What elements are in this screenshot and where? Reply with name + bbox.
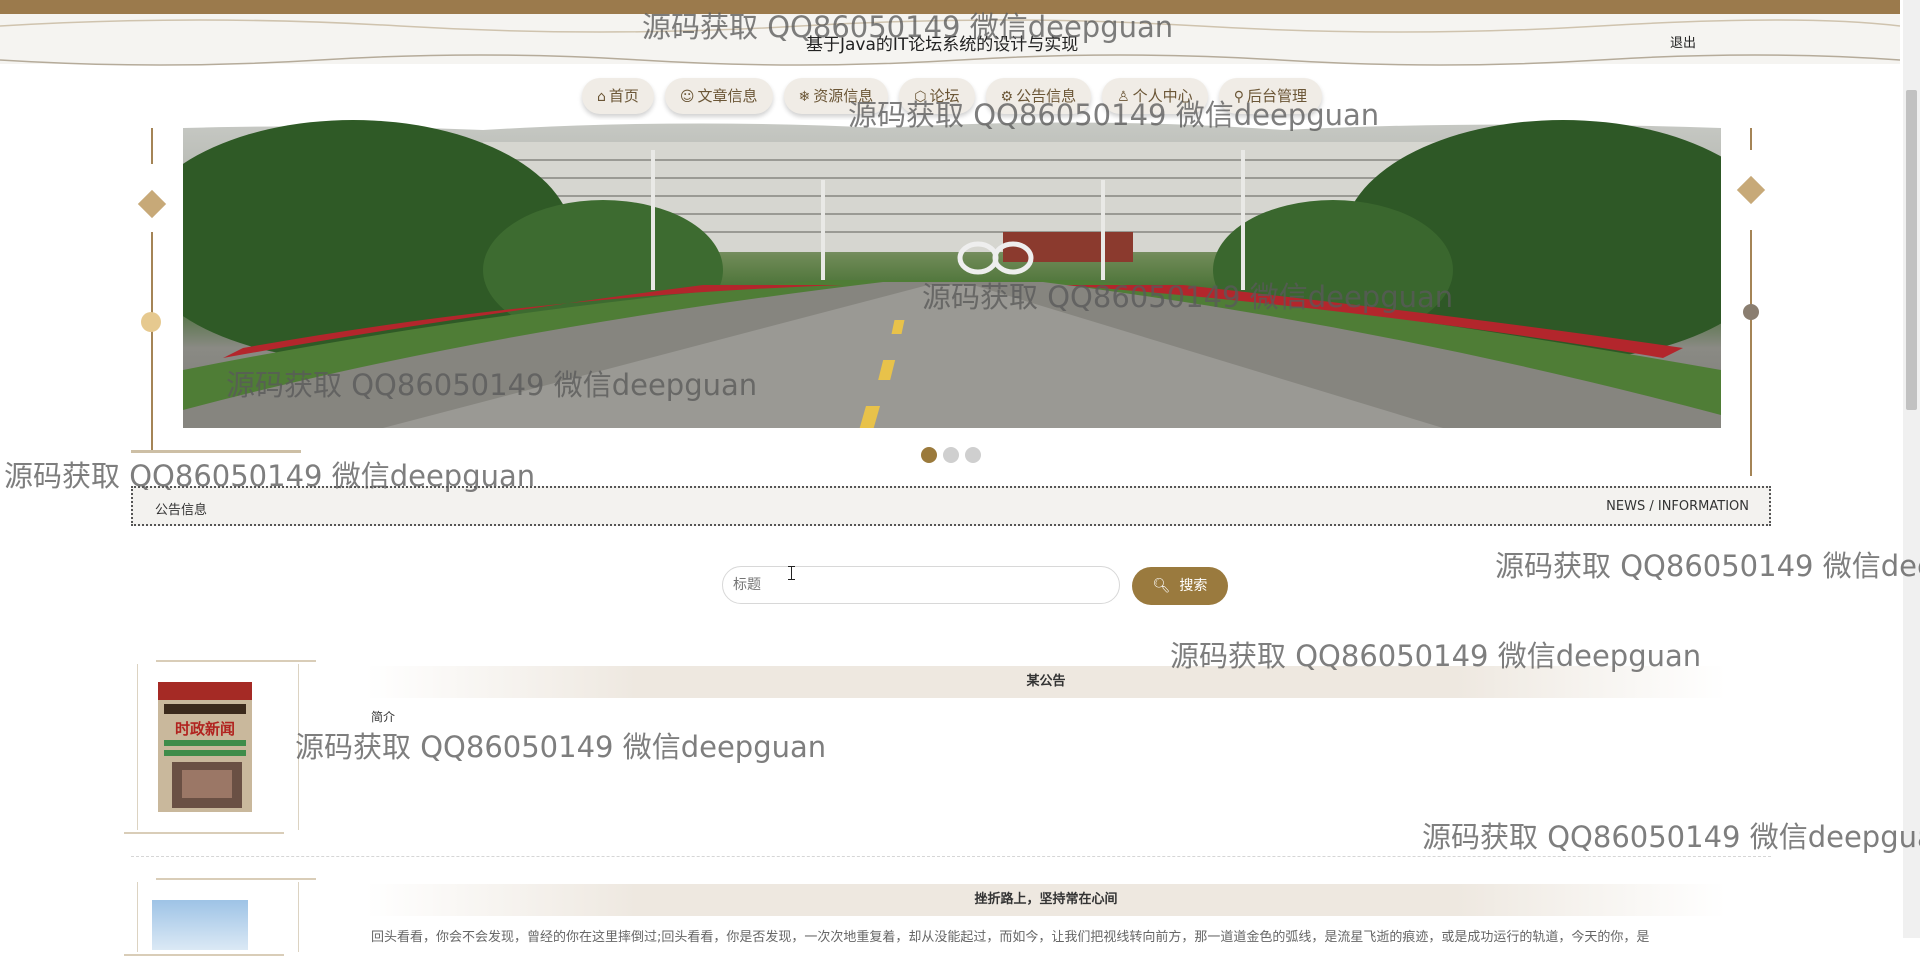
gear-icon: ⚙ [1000, 89, 1014, 105]
nav-item-notices[interactable]: ⚙ 公告信息 [985, 78, 1092, 114]
nav-label: 个人中心 [1132, 87, 1193, 105]
nav-label: 首页 [608, 87, 639, 105]
left-deco-hline [131, 450, 301, 453]
home-icon: ⌂ [597, 89, 606, 105]
right-deco-line-top [1750, 128, 1752, 150]
left-deco-dot [141, 312, 161, 332]
logout-link[interactable]: 退出 [1670, 32, 1696, 51]
nav-item-admin[interactable]: ⚲ 后台管理 [1218, 78, 1322, 114]
nav-item-articles[interactable]: ☺ 文章信息 [664, 78, 773, 114]
right-deco-dot [1743, 304, 1759, 320]
search-icon: 🔍︎ [1152, 578, 1171, 594]
notice-card[interactable]: 时政新闻 某公告 简介 [124, 660, 1771, 834]
snowflake-icon: ❄ [798, 89, 811, 105]
nav-label: 文章信息 [697, 87, 758, 105]
carousel-pager [921, 447, 981, 463]
carousel-dot-2[interactable] [943, 447, 959, 463]
nav-item-profile[interactable]: ♙ 个人中心 [1102, 78, 1208, 114]
search-button[interactable]: 🔍︎ 搜索 [1132, 567, 1228, 605]
nav-label: 后台管理 [1246, 87, 1307, 105]
search-input[interactable] [722, 566, 1120, 604]
sky-thumbnail[interactable] [152, 900, 248, 950]
nav-label: 资源信息 [813, 87, 874, 105]
section-header: 公告信息 NEWS / INFORMATION [131, 486, 1771, 526]
cube-icon: ⬡ [914, 89, 927, 105]
divider [131, 856, 1771, 857]
carousel-banner-image[interactable] [183, 120, 1721, 428]
nav-item-home[interactable]: ⌂ 首页 [582, 78, 654, 114]
thumbnail-frame: 时政新闻 [124, 660, 316, 834]
right-diamond-icon[interactable] [1736, 175, 1766, 205]
top-accent-bar [0, 0, 1900, 14]
campus-road-illustration [183, 120, 1721, 428]
thumbnail-frame [124, 878, 316, 956]
notice-title[interactable]: 挫折路上，坚持常在心间 [366, 884, 1726, 916]
site-title: 基于Java的IT论坛系统的设计与实现 [806, 35, 1079, 55]
watermark: 源码获取 QQ86050149 微信deepguan [1495, 549, 1920, 583]
user-icon: ♙ [1117, 89, 1130, 105]
section-subtitle: NEWS / INFORMATION [1606, 499, 1749, 514]
carousel-dot-3[interactable] [965, 447, 981, 463]
news-magazine-thumbnail[interactable]: 时政新闻 [158, 682, 252, 812]
left-deco-line [151, 232, 153, 452]
right-deco-line [1750, 230, 1752, 476]
nav-label: 论坛 [929, 87, 960, 105]
notice-title[interactable]: 某公告 [366, 666, 1726, 698]
nav-label: 公告信息 [1016, 87, 1077, 105]
left-diamond-icon[interactable] [137, 189, 167, 219]
section-title: 公告信息 [155, 503, 208, 518]
text-cursor-icon [788, 566, 795, 580]
nav-item-forum[interactable]: ⬡ 论坛 [899, 78, 975, 114]
link-icon: ⚲ [1233, 89, 1244, 105]
scrollbar-thumb[interactable] [1906, 90, 1917, 410]
notice-summary-label: 简介 [371, 710, 396, 724]
main-nav: ⌂ 首页 ☺ 文章信息 ❄ 资源信息 ⬡ 论坛 ⚙ 公告信息 ♙ 个人中心 ⚲ 后台管理 [582, 78, 1322, 116]
carousel-dot-1[interactable] [921, 447, 937, 463]
thumbnail-text: 时政新闻 [175, 720, 235, 738]
smile-icon: ☺ [679, 89, 695, 105]
search-button-label: 搜索 [1179, 578, 1208, 594]
notice-summary: 回头看看，你会不会发现，曾经的你在这里摔倒过;回头看看，你是否发现，一次次地重复… [371, 930, 1650, 945]
left-deco-line-top [151, 128, 153, 164]
nav-item-resources[interactable]: ❄ 资源信息 [783, 78, 889, 114]
notice-card[interactable]: 挫折路上，坚持常在心间 回头看看，你会不会发现，曾经的你在这里摔倒过;回头看看，… [124, 878, 1771, 956]
